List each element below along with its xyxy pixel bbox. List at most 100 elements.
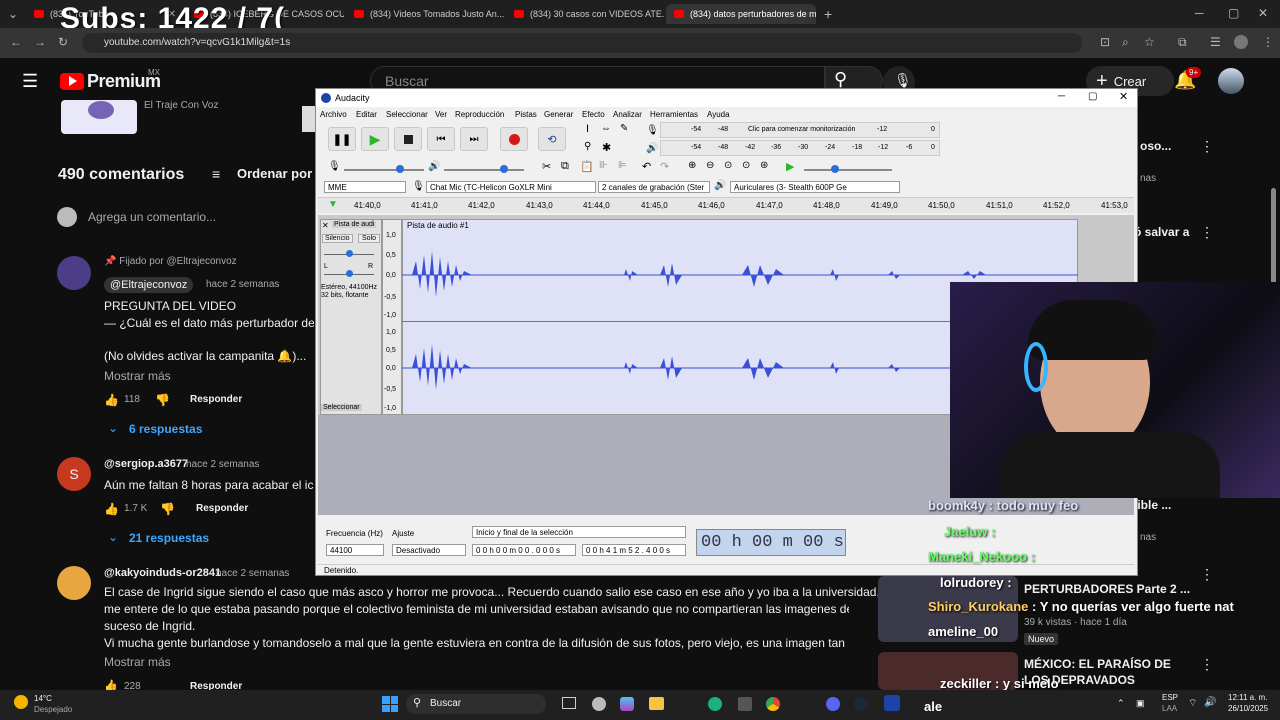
dislike-icon[interactable]: 👎 [155, 393, 170, 407]
slider-thumb[interactable] [396, 165, 404, 173]
file-explorer-icon[interactable] [649, 697, 664, 710]
multi-tool-icon[interactable]: ✱ [602, 141, 611, 154]
slider-thumb[interactable] [500, 165, 508, 173]
select-track-button[interactable]: Seleccionar [321, 404, 362, 411]
close-icon[interactable]: ✕ [1119, 90, 1128, 103]
menu-editar[interactable]: Editar [356, 110, 377, 119]
track-close-icon[interactable]: ✕ [322, 221, 329, 230]
add-comment-input[interactable]: Agrega un comentario... [88, 210, 216, 224]
selection-mode-select[interactable]: Inicio y final de la selección [472, 526, 686, 538]
tab-list-icon[interactable]: ⌄ [8, 7, 18, 21]
selection-tool-icon[interactable]: I [586, 123, 589, 135]
play-at-speed-icon[interactable]: ▶ [786, 160, 794, 173]
project-rate-select[interactable]: 44100 [326, 544, 384, 556]
network-icon[interactable]: ⌔ [1188, 697, 1197, 710]
tray-chevron-icon[interactable]: ⌃ [1117, 698, 1125, 709]
reply-button[interactable]: Responder [190, 394, 242, 405]
comment-time[interactable]: hace 2 semanas [186, 459, 259, 470]
windows-start-icon[interactable] [382, 696, 398, 712]
chevron-down-icon[interactable]: ⌄ [108, 530, 118, 544]
slider-thumb[interactable] [831, 165, 839, 173]
menu-seleccionar[interactable]: Seleccionar [386, 110, 428, 119]
extensions-icon[interactable]: ⧉ [1178, 35, 1187, 50]
chrome-icon[interactable] [766, 697, 780, 711]
hamburger-menu-icon[interactable]: ☰ [22, 71, 38, 92]
replies-toggle[interactable]: 21 respuestas [129, 531, 209, 545]
comment-author[interactable]: @Eltrajeconvoz [104, 277, 194, 293]
app-icon[interactable] [592, 697, 606, 711]
show-more-link[interactable]: Mostrar más [104, 655, 171, 669]
undo-icon[interactable]: ↶ [642, 160, 651, 173]
silence-icon[interactable]: ⊫ [618, 160, 627, 171]
menu-herramientas[interactable]: Herramientas [650, 110, 698, 119]
trim-icon[interactable]: ⊪ [599, 160, 608, 171]
new-tab-icon[interactable]: + [824, 6, 832, 22]
channel-caption[interactable]: El Traje Con Voz [144, 100, 218, 111]
minimize-icon[interactable]: ─ [1195, 6, 1204, 20]
browser-tab[interactable]: (834) Videos Tomados Justo An...✕ [346, 4, 504, 24]
redo-icon[interactable]: ↷ [660, 160, 669, 173]
copilot-icon[interactable] [620, 697, 634, 711]
zoom-icon[interactable]: ⌕ [1122, 35, 1129, 50]
recording-channels-select[interactable]: 2 canales de grabación (Ster [598, 181, 710, 193]
mute-button[interactable]: Silencio [322, 234, 353, 243]
menu-generar[interactable]: Generar [544, 110, 573, 119]
clock-time[interactable]: 12:11 a. m. [1228, 693, 1267, 702]
dislike-icon[interactable]: 👎 [160, 502, 175, 516]
timeline-play-icon[interactable]: ▼ [328, 199, 338, 210]
menu-efecto[interactable]: Efecto [582, 110, 605, 119]
weather-icon[interactable] [14, 695, 28, 709]
slider-thumb[interactable] [346, 270, 353, 277]
comment-time[interactable]: hace 2 semanas [216, 568, 289, 579]
profile-avatar[interactable] [1234, 35, 1248, 49]
more-options-icon[interactable]: ⋮ [1200, 656, 1214, 673]
video-title[interactable]: ó salvar a [1134, 225, 1189, 239]
fit-project-icon[interactable]: ⊙ [742, 160, 750, 171]
weather-temp[interactable]: 14°C [34, 694, 52, 703]
show-more-link[interactable]: Mostrar más [104, 369, 171, 383]
snap-select[interactable]: Desactivado [392, 544, 466, 556]
fit-selection-icon[interactable]: ⊙ [724, 160, 732, 171]
skip-end-button[interactable]: ⏭ [460, 127, 488, 151]
reply-button[interactable]: Responder [196, 503, 248, 514]
zoom-tool-icon[interactable]: ⚲ [584, 141, 591, 152]
playback-device-select[interactable]: Auriculares (3- Stealth 600P Ge [730, 181, 900, 193]
zoom-in-icon[interactable]: ⊕ [688, 160, 696, 171]
browser-tab-active[interactable]: (834) datos perturbadores de m...✕ [666, 4, 816, 24]
copy-icon[interactable]: ⧉ [561, 160, 569, 173]
audacity-taskbar-icon[interactable] [884, 695, 900, 711]
menu-ayuda[interactable]: Ayuda [707, 110, 730, 119]
discord-icon[interactable] [826, 697, 840, 711]
comment-time[interactable]: hace 2 semanas [206, 279, 279, 290]
solo-button[interactable]: Solo [358, 234, 381, 243]
selection-start-field[interactable]: 0 0 h 0 0 m 0 0 . 0 0 0 s [472, 544, 576, 556]
like-icon[interactable]: 👍 [104, 502, 119, 516]
edge-icon[interactable] [708, 697, 722, 711]
maximize-icon[interactable]: ▢ [1228, 6, 1239, 20]
draw-tool-icon[interactable]: ✎ [620, 123, 628, 134]
play-button[interactable]: ▶ [361, 127, 389, 151]
like-icon[interactable]: 👍 [104, 393, 119, 407]
menu-dots-icon[interactable]: ⋮ [1262, 35, 1274, 49]
time-display[interactable]: 00 h 00 m 00 s [696, 529, 846, 556]
video-title[interactable]: oso... [1140, 139, 1171, 153]
reading-list-icon[interactable]: ☰ [1210, 35, 1221, 49]
menu-analizar[interactable]: Analizar [613, 110, 642, 119]
minimize-icon[interactable]: ─ [1058, 91, 1065, 102]
video-title[interactable]: PERTURBADORES Parte 2 ... [1024, 582, 1190, 596]
comment-avatar[interactable] [57, 566, 91, 600]
comment-avatar[interactable] [57, 256, 91, 290]
skip-start-button[interactable]: ⏮ [427, 127, 455, 151]
cut-icon[interactable]: ✂ [542, 160, 551, 173]
play-speed-slider[interactable] [804, 169, 892, 171]
zoom-out-icon[interactable]: ⊖ [706, 160, 714, 171]
zoom-toggle-icon[interactable]: ⊛ [760, 160, 768, 171]
sort-icon[interactable]: ≡ [212, 166, 220, 182]
bookmark-star-icon[interactable]: ☆ [1144, 35, 1155, 49]
account-avatar[interactable] [1218, 68, 1244, 94]
clock-date[interactable]: 26/10/2025 [1228, 704, 1268, 713]
stop-button[interactable] [394, 127, 422, 151]
playback-volume-slider[interactable] [444, 169, 524, 171]
menu-archivo[interactable]: Archivo [320, 110, 347, 119]
replies-toggle[interactable]: 6 respuestas [129, 422, 202, 436]
